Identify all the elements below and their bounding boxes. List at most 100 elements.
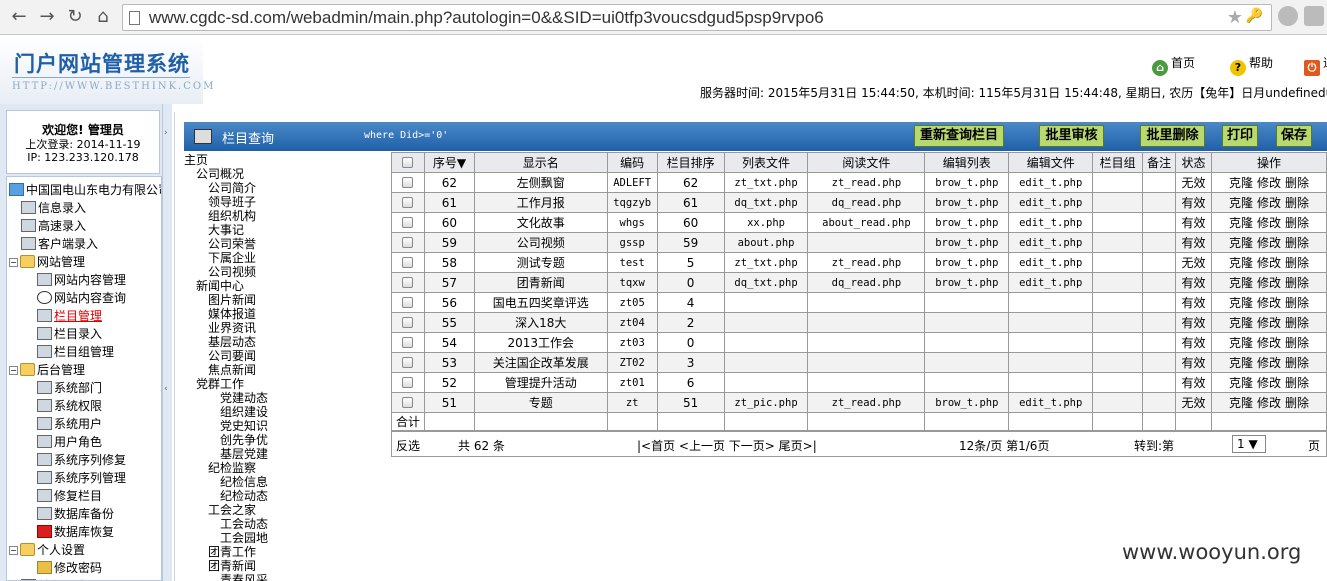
tree-item[interactable]: 系统部门 [37,379,102,397]
tree-item[interactable]: 网站内容查询 [37,289,126,307]
column-tree-item[interactable]: 公司视频 [208,265,256,279]
tree-item[interactable]: 栏目组管理 [37,343,114,361]
column-tree-item[interactable]: 公司简介 [208,181,256,195]
column-tree-item[interactable]: 媒体报道 [208,307,256,321]
row-checkbox[interactable] [402,336,414,348]
column-tree-item[interactable]: 纪检动态 [220,489,268,503]
row-checkbox[interactable] [402,216,414,228]
tree-item[interactable]: 网站内容管理 [37,271,126,289]
collapse-toggle-icon[interactable]: − [9,366,18,375]
column-tree-item[interactable]: 工会动态 [220,517,268,531]
tree-item[interactable]: 栏目录入 [37,325,102,343]
delete-link[interactable]: 删除 [1285,376,1309,390]
clone-link[interactable]: 克隆 [1229,276,1253,290]
column-tree-item[interactable]: 组织机构 [208,209,256,223]
column-tree-item[interactable]: 下属企业 [208,251,256,265]
column-tree-item[interactable]: 工会之家 [208,503,256,517]
delete-link[interactable]: 删除 [1285,336,1309,350]
clone-link[interactable]: 克隆 [1229,356,1253,370]
row-checkbox[interactable] [402,236,414,248]
print-button[interactable]: 打印 [1222,125,1258,147]
column-tree-item[interactable]: 党群工作 [196,377,244,391]
extension-icon[interactable] [1304,6,1324,26]
tree-item[interactable]: 信息录入 [21,199,86,217]
column-tree-item[interactable]: 工会园地 [220,531,268,545]
edit-link[interactable]: 修改 [1257,356,1281,370]
delete-link[interactable]: 删除 [1285,396,1309,410]
tree-item[interactable]: 高速录入 [21,217,86,235]
tree-item[interactable]: 用户角色 [37,433,102,451]
column-tree-item[interactable]: 创先争优 [220,433,268,447]
delete-link[interactable]: 删除 [1285,276,1309,290]
bookmark-star-icon[interactable]: ★ [1227,7,1243,28]
column-tree-item[interactable]: 焦点新闻 [208,363,256,377]
column-tree-item[interactable]: 团青工作 [208,545,256,559]
collapse-sidebar-icon[interactable]: ‹ [164,384,168,394]
extension-globe-icon[interactable] [1278,6,1298,26]
tree-item[interactable]: 客户端录入 [21,235,98,253]
delete-link[interactable]: 删除 [1285,216,1309,230]
select-all-checkbox[interactable] [402,156,414,168]
save-button[interactable]: 保存 [1276,125,1312,147]
edit-link[interactable]: 修改 [1257,336,1281,350]
row-checkbox[interactable] [402,176,414,188]
delete-link[interactable]: 删除 [1285,196,1309,210]
collapse-toggle-icon[interactable]: − [9,258,18,267]
column-tree-item[interactable]: 青春风采 [220,573,268,581]
delete-link[interactable]: 删除 [1285,316,1309,330]
delete-link[interactable]: 删除 [1285,236,1309,250]
column-tree-item[interactable]: 公司概况 [196,167,244,181]
column-tree-item[interactable]: 公司要闻 [208,349,256,363]
tree-item[interactable]: 修复栏目 [37,487,102,505]
key-icon[interactable]: 🔑 [1246,8,1263,24]
edit-link[interactable]: 修改 [1257,216,1281,230]
column-tree-item[interactable]: 主页 [184,153,208,167]
pager-links[interactable]: |<首页 <上一页 下一页> 尾页>| [637,437,817,454]
column-tree-item[interactable]: 基层动态 [208,335,256,349]
row-checkbox[interactable] [402,316,414,328]
forward-icon[interactable]: → [36,6,58,28]
row-checkbox[interactable] [402,356,414,368]
tree-item[interactable]: 系统用户 [37,415,102,433]
column-tree-item[interactable]: 新闻中心 [196,279,244,293]
clone-link[interactable]: 克隆 [1229,236,1253,250]
clone-link[interactable]: 克隆 [1229,216,1253,230]
home-link[interactable]: ⌂ 首页 [1152,54,1195,76]
tree-item[interactable]: 前台网站 [21,577,86,580]
tree-item[interactable]: 中国国电山东电力有限公司 [9,181,161,199]
reload-icon[interactable]: ↻ [64,6,86,28]
tree-item[interactable]: 数据库备份 [37,505,114,523]
column-tree-item[interactable]: 党史知识 [220,419,268,433]
column-tree-item[interactable]: 图片新闻 [208,293,256,307]
clone-link[interactable]: 克隆 [1229,376,1253,390]
column-tree-item[interactable]: 纪检信息 [220,475,268,489]
clone-link[interactable]: 克隆 [1229,196,1253,210]
edit-link[interactable]: 修改 [1257,376,1281,390]
column-tree-item[interactable]: 基层党建 [220,447,268,461]
tree-item[interactable]: 系统权限 [37,397,102,415]
column-tree-item[interactable]: 领导班子 [208,195,256,209]
help-link[interactable]: ? 帮助 [1230,54,1273,76]
delete-link[interactable]: 删除 [1285,256,1309,270]
url-text[interactable]: www.cgdc-sd.com/webadmin/main.php?autolo… [149,8,824,28]
row-checkbox[interactable] [402,376,414,388]
clone-link[interactable]: 克隆 [1229,296,1253,310]
clone-link[interactable]: 克隆 [1229,396,1253,410]
tree-item[interactable]: 系统序列管理 [37,469,126,487]
collapse-arrow-icon[interactable]: › [164,128,168,138]
column-tree-item[interactable]: 大事记 [208,223,244,237]
edit-link[interactable]: 修改 [1257,276,1281,290]
requery-columns-button[interactable]: 重新查询栏目 [914,125,1004,147]
edit-link[interactable]: 修改 [1257,236,1281,250]
row-checkbox[interactable] [402,196,414,208]
delete-link[interactable]: 删除 [1285,176,1309,190]
tree-item[interactable]: 修改密码 [37,559,102,577]
column-tree-item[interactable]: 业界资讯 [208,321,256,335]
batch-review-button[interactable]: 批里审核 [1039,125,1104,147]
edit-link[interactable]: 修改 [1257,296,1281,310]
row-checkbox[interactable] [402,396,414,408]
edit-link[interactable]: 修改 [1257,396,1281,410]
page-select[interactable]: 1 ▼ [1232,435,1266,453]
tree-item[interactable]: − 个人设置 [9,541,85,559]
collapse-toggle-icon[interactable]: − [9,546,18,555]
